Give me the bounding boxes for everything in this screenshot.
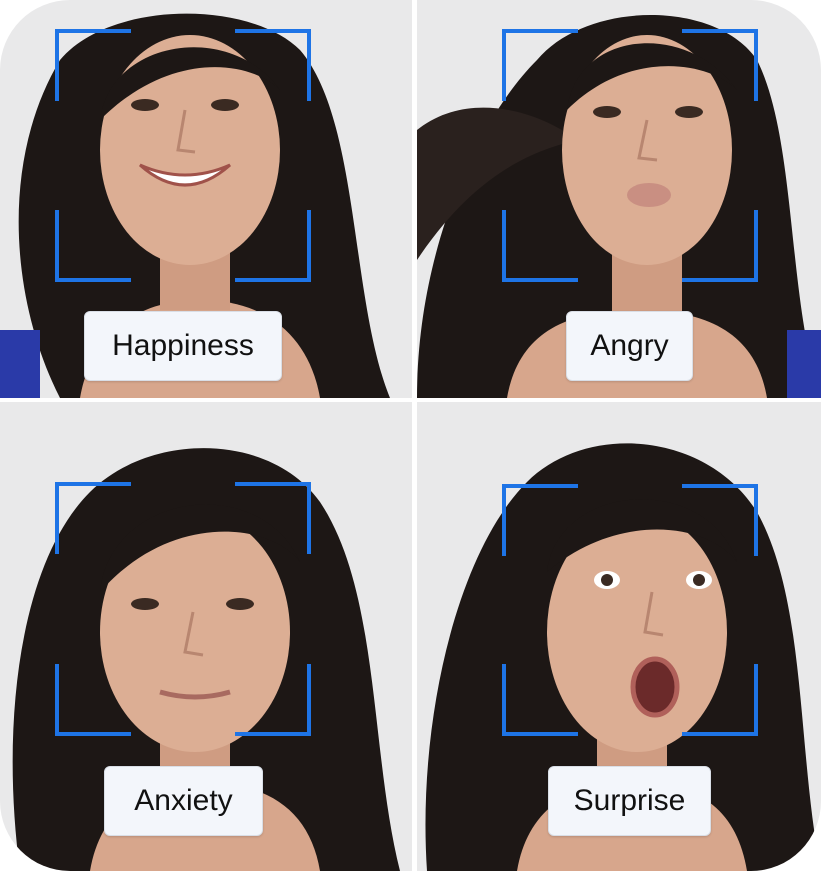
face-frame-corner xyxy=(682,29,758,101)
face-frame-corner xyxy=(235,664,311,736)
face-frame-corner xyxy=(235,210,311,282)
face-frame-corner xyxy=(55,210,131,282)
face-frame-corner xyxy=(235,29,311,101)
emotion-label: Happiness xyxy=(84,311,282,381)
face-frame-corner xyxy=(235,482,311,554)
face-frame-corner xyxy=(55,29,131,101)
emotion-label: Surprise xyxy=(548,766,711,836)
face-frame-corner xyxy=(682,484,758,556)
face-frame-corner xyxy=(55,482,131,554)
face-frame-corner xyxy=(502,664,578,736)
face-frame-corner xyxy=(502,484,578,556)
face-photo-happiness: Happiness xyxy=(0,0,412,398)
face-frame-corner xyxy=(682,664,758,736)
face-photo-angry: Angry xyxy=(417,0,821,398)
face-frame-corner xyxy=(682,210,758,282)
face-photo-surprise: Surprise xyxy=(417,402,821,871)
face-frame-corner xyxy=(55,664,131,736)
face-frame-corner xyxy=(502,29,578,101)
face-photo-anxiety: Anxiety xyxy=(0,402,412,871)
emotion-label: Anxiety xyxy=(104,766,263,836)
emotion-label: Angry xyxy=(566,311,693,381)
face-frame-corner xyxy=(502,210,578,282)
emotion-grid: Happiness Angry Anxiety Surprise xyxy=(0,0,821,871)
